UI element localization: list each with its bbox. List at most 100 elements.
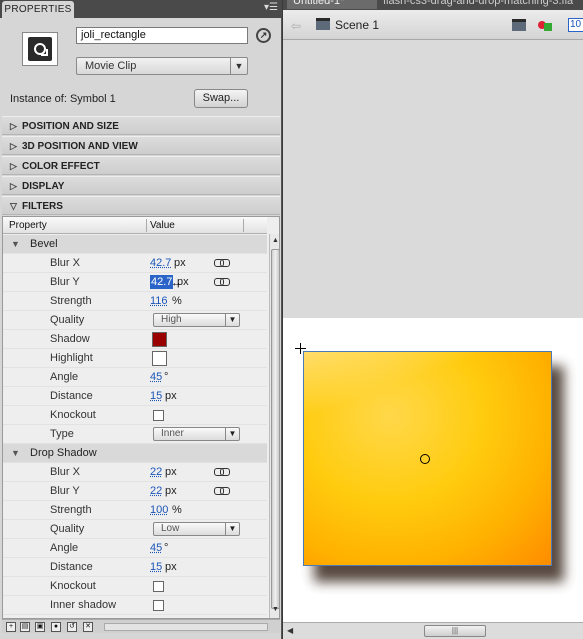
expand-triangle-icon: ▷ (10, 121, 17, 131)
link-icon[interactable] (214, 278, 230, 286)
property-label: Blur X (50, 257, 80, 269)
scroll-left-icon[interactable]: ◀ (287, 626, 293, 635)
link-icon[interactable] (214, 468, 230, 476)
filter-row-blur-y: Blur Y 22 px (3, 482, 267, 501)
registration-point-icon (295, 343, 307, 355)
strength-value[interactable]: 100 (150, 501, 168, 519)
properties-panel: PROPERTIES ▾☰ joli_rectangle ↗ Movie Cli… (0, 0, 282, 639)
scroll-thumb[interactable]: ||| (424, 625, 486, 637)
type-select[interactable]: Inner ▼ (153, 427, 240, 441)
filters-grid: Property Value ▼ Bevel Blur X 42.7 px Bl… (2, 216, 280, 619)
distance-value[interactable]: 15 (150, 558, 162, 576)
column-header-value[interactable]: Value (150, 217, 175, 234)
filters-horizontal-scrollbar[interactable] (104, 623, 268, 631)
stage-canvas[interactable] (283, 318, 583, 622)
angle-value[interactable]: 45 (150, 539, 162, 557)
filters-toolbar: + ▤ ▣ ● ↺ ✕ (2, 619, 280, 633)
angle-value[interactable]: 45 (150, 368, 162, 386)
filter-row-strength: Strength 116 % (3, 292, 267, 311)
scroll-down-icon[interactable]: ▼ (271, 606, 279, 616)
property-label: Strength (50, 504, 92, 516)
scroll-thumb[interactable] (271, 249, 279, 609)
edit-scene-icon[interactable] (512, 19, 526, 31)
property-label: Blur Y (50, 276, 80, 288)
distance-value[interactable]: 15 (150, 387, 162, 405)
section-position-and-size[interactable]: ▷ POSITION AND SIZE (2, 116, 280, 135)
property-label: Angle (50, 371, 79, 383)
blur-y-value[interactable]: 22 (150, 482, 162, 500)
add-filter-icon[interactable]: + (6, 622, 16, 632)
delete-filter-icon[interactable]: ✕ (83, 622, 93, 632)
edit-symbols-icon[interactable] (538, 18, 554, 32)
document-tab-active[interactable]: Untitled-1* (287, 0, 377, 9)
enable-filter-icon[interactable]: ● (51, 622, 61, 632)
section-3d-position-and-view[interactable]: ▷ 3D POSITION AND VIEW (2, 136, 280, 155)
swap-button[interactable]: Swap... (194, 89, 248, 108)
instance-name-field[interactable]: joli_rectangle (76, 27, 248, 44)
filter-name: Bevel (30, 238, 58, 250)
knockout-checkbox[interactable] (153, 410, 164, 421)
edit-symbol-icon[interactable]: ↗ (256, 28, 271, 43)
unit-label: % (172, 504, 182, 516)
filters-vertical-scrollbar[interactable]: ▲ ▼ (269, 234, 279, 618)
filters-grid-header: Property Value (3, 217, 267, 234)
column-header-property[interactable]: Property (9, 217, 47, 234)
collapse-triangle-icon[interactable]: ▼ (11, 235, 20, 253)
edit-bar: ⇦ Scene 1 10 (283, 10, 583, 40)
filter-row-type: Type Inner ▼ (3, 425, 267, 444)
section-display[interactable]: ▷ DISPLAY (2, 176, 280, 195)
filter-group-drop-shadow[interactable]: ▼ Drop Shadow (3, 444, 267, 463)
panel-tab-bar: PROPERTIES ▾☰ (0, 0, 282, 18)
panel-menu-icon[interactable]: ▾☰ (264, 2, 278, 13)
filter-row-shadow: Shadow (3, 330, 267, 349)
filter-row-inner-shadow: Inner shadow (3, 596, 267, 615)
stage-area: Untitled-1* flash-cs3-drag-and-drop-matc… (283, 0, 583, 639)
blur-x-value[interactable]: 22 (150, 463, 162, 481)
quality-value: Low (161, 523, 180, 534)
chevron-down-icon: ▼ (225, 428, 239, 440)
knockout-checkbox[interactable] (153, 581, 164, 592)
unit-label: px (165, 390, 177, 402)
pasteboard[interactable] (283, 41, 583, 318)
filter-name: Drop Shadow (30, 447, 97, 459)
unit-label: px (174, 257, 186, 269)
filter-row-angle: Angle 45 ° (3, 368, 267, 387)
quality-select[interactable]: Low ▼ (153, 522, 240, 536)
clipboard-icon[interactable]: ▣ (35, 622, 45, 632)
reset-filter-icon[interactable]: ↺ (67, 622, 77, 632)
property-label: Distance (50, 561, 93, 573)
zoom-input[interactable]: 10 (568, 18, 583, 32)
unit-label: ° (164, 371, 169, 383)
blur-x-value[interactable]: 42.7 (150, 254, 171, 272)
highlight-color-swatch[interactable] (152, 351, 167, 366)
document-tab[interactable]: flash-cs3-drag-and-drop-matching-3.fla (381, 0, 573, 9)
unit-label: ° (164, 542, 169, 554)
transformation-point-icon[interactable] (420, 454, 430, 464)
section-label: COLOR EFFECT (22, 161, 100, 172)
property-label: Distance (50, 390, 93, 402)
expand-triangle-icon: ▷ (10, 161, 17, 171)
property-label: Highlight (50, 352, 93, 364)
presets-icon[interactable]: ▤ (20, 622, 30, 632)
filter-row-angle: Angle 45 ° (3, 539, 267, 558)
link-icon[interactable] (214, 487, 230, 495)
scene-label[interactable]: Scene 1 (335, 18, 379, 32)
shadow-color-swatch[interactable] (152, 332, 167, 347)
clapperboard-icon (316, 18, 330, 30)
tab-properties[interactable]: PROPERTIES (2, 1, 74, 18)
property-label: Knockout (50, 580, 96, 592)
strength-value[interactable]: 116 (150, 292, 168, 310)
section-color-effect[interactable]: ▷ COLOR EFFECT (2, 156, 280, 175)
scroll-up-icon[interactable]: ▲ (271, 237, 279, 247)
back-arrow-icon[interactable]: ⇦ (291, 19, 301, 33)
link-icon[interactable] (214, 259, 230, 267)
stage-horizontal-scrollbar[interactable]: ◀ ||| (283, 622, 583, 639)
quality-select[interactable]: High ▼ (153, 313, 240, 327)
symbol-type-select[interactable]: Movie Clip ▼ (76, 57, 248, 75)
filter-group-bevel[interactable]: ▼ Bevel (3, 235, 267, 254)
blur-y-value-selected[interactable]: 42.7 (150, 275, 174, 289)
inner-shadow-checkbox[interactable] (153, 600, 164, 611)
collapse-triangle-icon[interactable]: ▼ (11, 444, 20, 462)
section-filters[interactable]: ▽ FILTERS (2, 196, 280, 215)
chevron-down-icon: ▼ (225, 314, 239, 326)
